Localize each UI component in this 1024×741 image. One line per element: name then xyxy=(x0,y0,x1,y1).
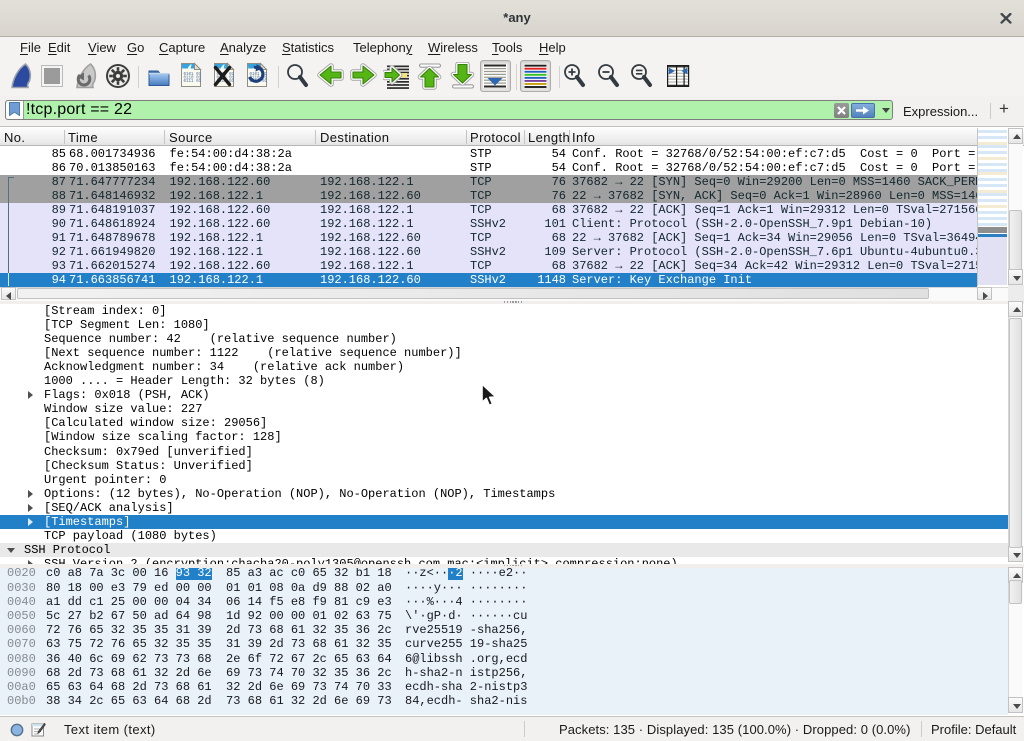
svg-text:0111 01: 0111 01 xyxy=(184,80,202,84)
